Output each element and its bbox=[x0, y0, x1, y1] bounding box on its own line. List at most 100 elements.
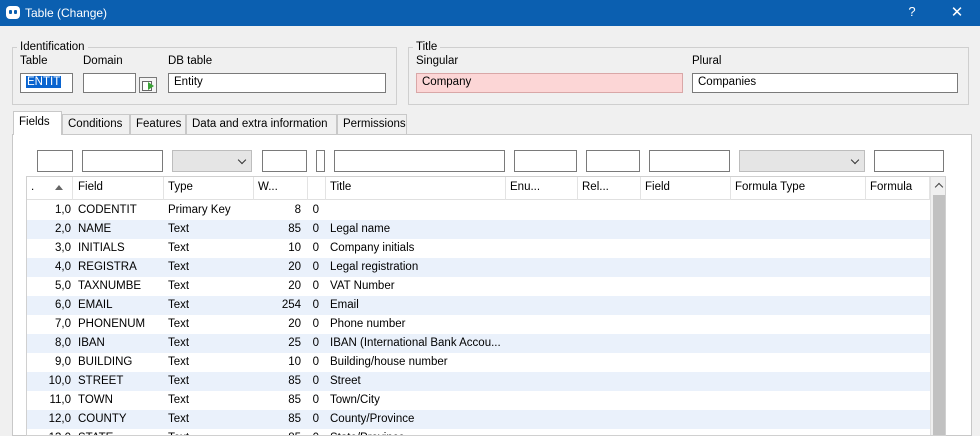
width-cell: 25 bbox=[288, 337, 301, 349]
table-input-text: ENTIT bbox=[26, 76, 62, 88]
table-row[interactable]: 3,0 INITIALS Text 10 0 Company initials bbox=[27, 239, 930, 258]
type-cell: Primary Key bbox=[168, 204, 231, 216]
field-cell: TOWN bbox=[78, 394, 113, 406]
tab-features[interactable]: Features bbox=[130, 114, 186, 134]
domain-input[interactable] bbox=[83, 73, 136, 93]
order-cell: 7,0 bbox=[55, 318, 71, 330]
type-cell: Text bbox=[168, 299, 190, 311]
width-cell: 254 bbox=[281, 299, 301, 311]
column-header-type[interactable]: Type bbox=[164, 177, 254, 200]
field-cell: COUNTY bbox=[78, 413, 127, 425]
filter-formula-type-dropdown[interactable] bbox=[739, 150, 865, 172]
type-cell: Text bbox=[168, 413, 190, 425]
order-cell: 3,0 bbox=[55, 242, 71, 254]
field-cell: PHONENUM bbox=[78, 318, 146, 330]
type-cell: Text bbox=[168, 261, 190, 273]
type-cell: Text bbox=[168, 318, 190, 330]
table-row[interactable]: 4,0 REGISTRA Text 20 0 Legal registratio… bbox=[27, 258, 930, 277]
window-title: Table (Change) bbox=[25, 6, 108, 20]
field-cell: REGISTRA bbox=[78, 261, 137, 273]
field-cell: IBAN bbox=[78, 337, 105, 349]
order-cell: 6,0 bbox=[55, 299, 71, 311]
type-cell: Text bbox=[168, 337, 190, 349]
column-header-width[interactable]: W... bbox=[254, 177, 308, 200]
filter-enumeration[interactable] bbox=[514, 150, 577, 172]
decimals-cell: 0 bbox=[312, 394, 319, 406]
filter-relation[interactable] bbox=[586, 150, 640, 172]
domain-browse-button[interactable] bbox=[139, 77, 157, 93]
type-cell: Text bbox=[168, 375, 190, 387]
column-header-field[interactable]: Field bbox=[74, 177, 164, 200]
order-cell: 10,0 bbox=[48, 375, 71, 387]
filter-formula[interactable] bbox=[874, 150, 944, 172]
filter-type-dropdown[interactable] bbox=[172, 150, 252, 172]
title-cell: Company initials bbox=[330, 242, 415, 254]
width-cell: 85 bbox=[288, 375, 301, 387]
scrollbar-thumb[interactable] bbox=[933, 195, 945, 435]
width-cell: 20 bbox=[288, 318, 301, 330]
table-row[interactable]: 13,0 STATE Text 85 0 State/Province bbox=[27, 429, 930, 435]
close-button[interactable]: ✕ bbox=[947, 3, 967, 21]
table-row[interactable]: 1,0 CODENTIT Primary Key 8 0 bbox=[27, 201, 930, 220]
dbtable-input[interactable]: Entity bbox=[168, 73, 386, 93]
filter-related-field[interactable] bbox=[649, 150, 730, 172]
filter-decimals[interactable] bbox=[316, 150, 325, 172]
title-bar: Table (Change) ? ✕ bbox=[0, 0, 980, 26]
width-cell: 8 bbox=[294, 204, 301, 216]
width-cell: 10 bbox=[288, 356, 301, 368]
table-row[interactable]: 12,0 COUNTY Text 85 0 County/Province bbox=[27, 410, 930, 429]
app-icon bbox=[6, 6, 20, 19]
tab-permissions[interactable]: Permissions bbox=[337, 114, 407, 134]
width-cell: 10 bbox=[288, 242, 301, 254]
singular-input[interactable]: Company bbox=[416, 73, 683, 93]
field-cell: TAXNUMBE bbox=[78, 280, 142, 292]
type-cell: Text bbox=[168, 356, 190, 368]
filter-title[interactable] bbox=[334, 150, 505, 172]
column-header-enumeration[interactable]: Enu... bbox=[506, 177, 578, 200]
field-cell: NAME bbox=[78, 223, 112, 235]
singular-label: Singular bbox=[416, 55, 459, 67]
table-row[interactable]: 10,0 STREET Text 85 0 Street bbox=[27, 372, 930, 391]
table-row[interactable]: 5,0 TAXNUMBE Text 20 0 VAT Number bbox=[27, 277, 930, 296]
column-header-relation[interactable]: Rel... bbox=[578, 177, 641, 200]
tab-fields[interactable]: Fields bbox=[13, 111, 62, 135]
title-group-title: Title bbox=[413, 41, 441, 53]
table-row[interactable]: 7,0 PHONENUM Text 20 0 Phone number bbox=[27, 315, 930, 334]
title-cell: Email bbox=[330, 299, 359, 311]
tab-data-and-extra-information[interactable]: Data and extra information bbox=[186, 114, 337, 134]
help-button[interactable]: ? bbox=[904, 4, 920, 19]
fields-grid[interactable]: . Field Type W... Title Enu... Rel... Fi… bbox=[26, 176, 946, 436]
table-row[interactable]: 2,0 NAME Text 85 0 Legal name bbox=[27, 220, 930, 239]
filter-order[interactable] bbox=[37, 150, 73, 172]
field-cell: EMAIL bbox=[78, 299, 113, 311]
decimals-cell: 0 bbox=[312, 375, 319, 387]
plural-input[interactable]: Companies bbox=[692, 73, 958, 93]
decimals-cell: 0 bbox=[312, 413, 319, 425]
title-cell: Building/house number bbox=[330, 356, 448, 368]
column-header-formula-type[interactable]: Formula Type bbox=[731, 177, 866, 200]
grid-header: . Field Type W... Title Enu... Rel... Fi… bbox=[27, 177, 930, 200]
vertical-scrollbar[interactable] bbox=[930, 177, 945, 435]
table-row[interactable]: 8,0 IBAN Text 25 0 IBAN (International B… bbox=[27, 334, 930, 353]
order-cell: 11,0 bbox=[49, 394, 71, 406]
table-row[interactable]: 11,0 TOWN Text 85 0 Town/City bbox=[27, 391, 930, 410]
column-header-formula[interactable]: Formula bbox=[866, 177, 930, 200]
column-header-decimals[interactable] bbox=[308, 177, 326, 200]
order-cell: 2,0 bbox=[55, 223, 71, 235]
tab-conditions[interactable]: Conditions bbox=[62, 114, 130, 134]
width-cell: 20 bbox=[288, 280, 301, 292]
table-row[interactable]: 9,0 BUILDING Text 10 0 Building/house nu… bbox=[27, 353, 930, 372]
decimals-cell: 0 bbox=[312, 223, 319, 235]
type-cell: Text bbox=[168, 242, 190, 254]
table-row[interactable]: 6,0 EMAIL Text 254 0 Email bbox=[27, 296, 930, 315]
filter-width[interactable] bbox=[262, 150, 307, 172]
column-header-order[interactable]: . bbox=[27, 177, 73, 200]
field-cell: INITIALS bbox=[78, 242, 125, 254]
table-input[interactable]: ENTIT bbox=[20, 73, 73, 93]
filter-field[interactable] bbox=[82, 150, 163, 172]
scroll-up-icon[interactable] bbox=[931, 177, 945, 194]
table-label: Table bbox=[20, 55, 48, 67]
column-header-title[interactable]: Title bbox=[326, 177, 506, 200]
type-cell: Text bbox=[168, 394, 190, 406]
column-header-related-field[interactable]: Field bbox=[641, 177, 731, 200]
